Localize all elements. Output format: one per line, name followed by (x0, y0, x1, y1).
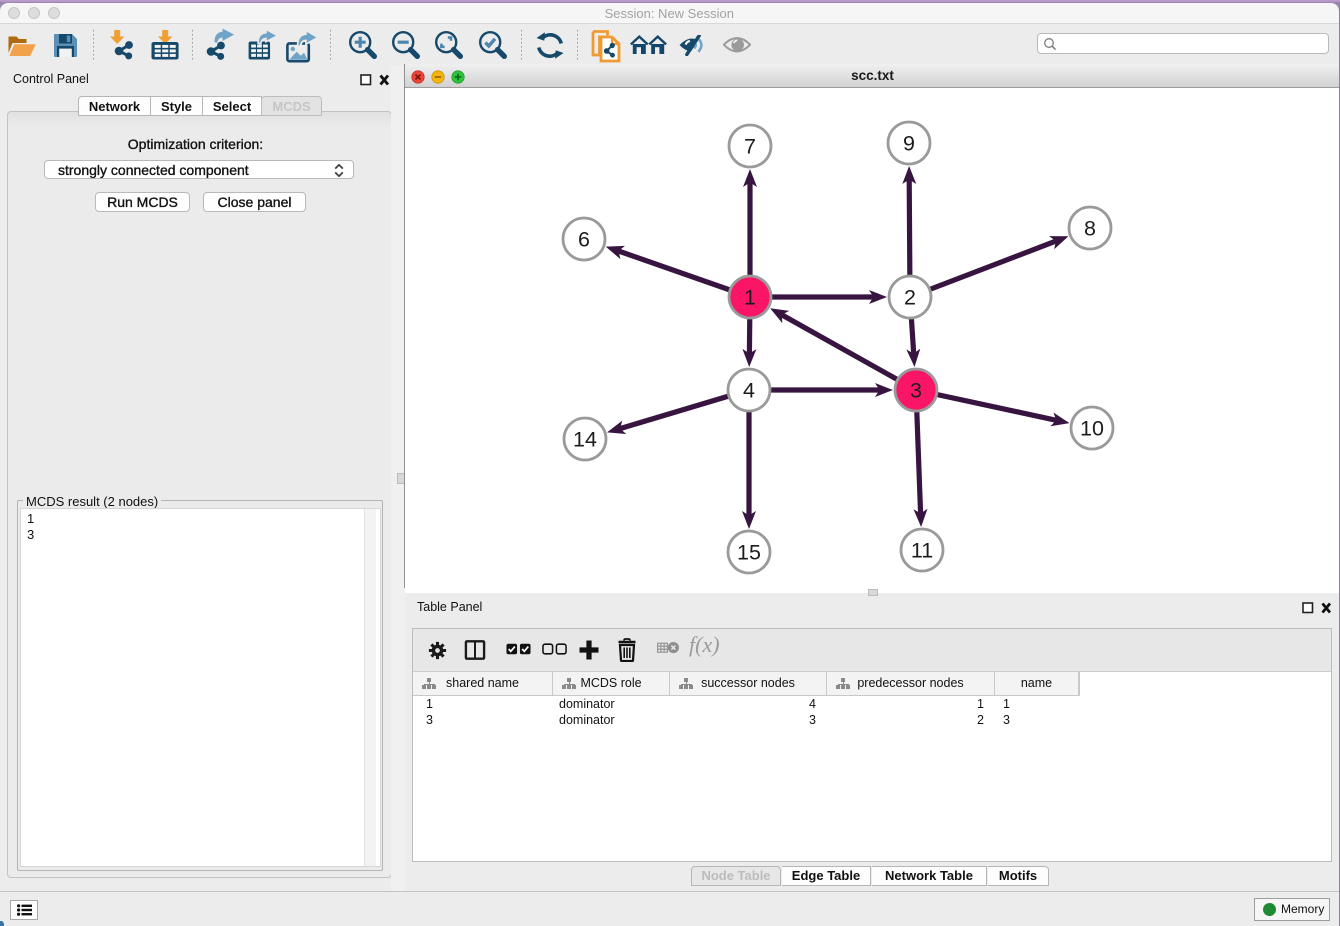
svg-text:15: 15 (737, 541, 761, 565)
svg-text:10: 10 (1080, 417, 1104, 441)
svg-text:1: 1 (744, 286, 756, 310)
svg-text:6: 6 (578, 228, 590, 252)
svg-text:2: 2 (904, 286, 916, 310)
svg-text:11: 11 (911, 539, 933, 563)
svg-text:3: 3 (910, 379, 922, 403)
svg-text:7: 7 (744, 135, 756, 159)
svg-text:8: 8 (1084, 217, 1096, 241)
svg-text:4: 4 (743, 379, 755, 403)
svg-text:9: 9 (903, 132, 915, 156)
svg-text:14: 14 (573, 428, 597, 452)
